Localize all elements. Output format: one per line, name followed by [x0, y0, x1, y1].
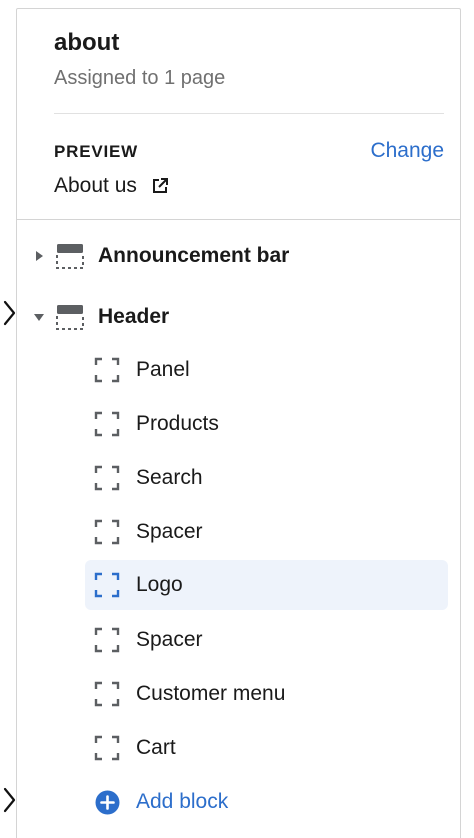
template-sidebar: about Assigned to 1 page PREVIEW Change …: [16, 8, 461, 838]
block-dashed-icon: [94, 411, 120, 437]
block-item-customer-menu[interactable]: Customer menu: [17, 667, 460, 721]
block-item-logo[interactable]: Logo: [85, 560, 448, 610]
plus-circle-icon: [95, 790, 120, 814]
block-dashed-icon: [94, 735, 120, 761]
block-item-spacer[interactable]: Spacer: [17, 613, 460, 667]
section-label: Header: [98, 305, 170, 328]
section-layout-icon: [56, 305, 84, 330]
block-item-cart[interactable]: Cart: [17, 721, 460, 775]
chevron-right-icon: [3, 300, 16, 326]
section-label: Announcement bar: [98, 244, 290, 267]
external-link-icon: [152, 178, 168, 193]
page-assignment-text: Assigned to 1 page: [54, 67, 226, 89]
section-announcement-bar[interactable]: Announcement bar: [17, 229, 460, 283]
divider: [54, 113, 444, 114]
block-label: Spacer: [136, 520, 203, 543]
block-dashed-icon: [94, 357, 120, 383]
caret-down-icon[interactable]: [32, 310, 46, 324]
block-item-spacer[interactable]: Spacer: [17, 505, 460, 559]
block-label: Cart: [136, 736, 176, 759]
page-title: about: [54, 29, 120, 56]
block-label: Customer menu: [136, 682, 286, 705]
chevron-right-icon: [3, 787, 16, 813]
block-dashed-icon: [94, 465, 120, 491]
block-item-search[interactable]: Search: [17, 451, 460, 505]
block-dashed-icon: [94, 519, 120, 545]
preview-page-name: About us: [54, 174, 137, 197]
caret-right-icon[interactable]: [32, 249, 46, 263]
block-label: Products: [136, 412, 219, 435]
block-item-products[interactable]: Products: [17, 397, 460, 451]
block-item-panel[interactable]: Panel: [17, 343, 460, 397]
block-label: Panel: [136, 358, 190, 381]
add-block-label: Add block: [136, 790, 229, 813]
section-header[interactable]: Header: [17, 290, 460, 344]
block-label: Spacer: [136, 628, 203, 651]
block-label: Logo: [136, 573, 183, 596]
preview-page-link[interactable]: About us: [54, 174, 169, 198]
block-dashed-icon: [94, 627, 120, 653]
block-label: Search: [136, 466, 203, 489]
change-preview-link[interactable]: Change: [370, 139, 444, 163]
divider: [17, 219, 460, 220]
section-layout-icon: [56, 244, 84, 269]
block-dashed-icon: [94, 572, 120, 598]
preview-heading: PREVIEW: [54, 142, 139, 161]
add-block-button[interactable]: Add block: [17, 775, 460, 829]
block-dashed-icon: [94, 681, 120, 707]
